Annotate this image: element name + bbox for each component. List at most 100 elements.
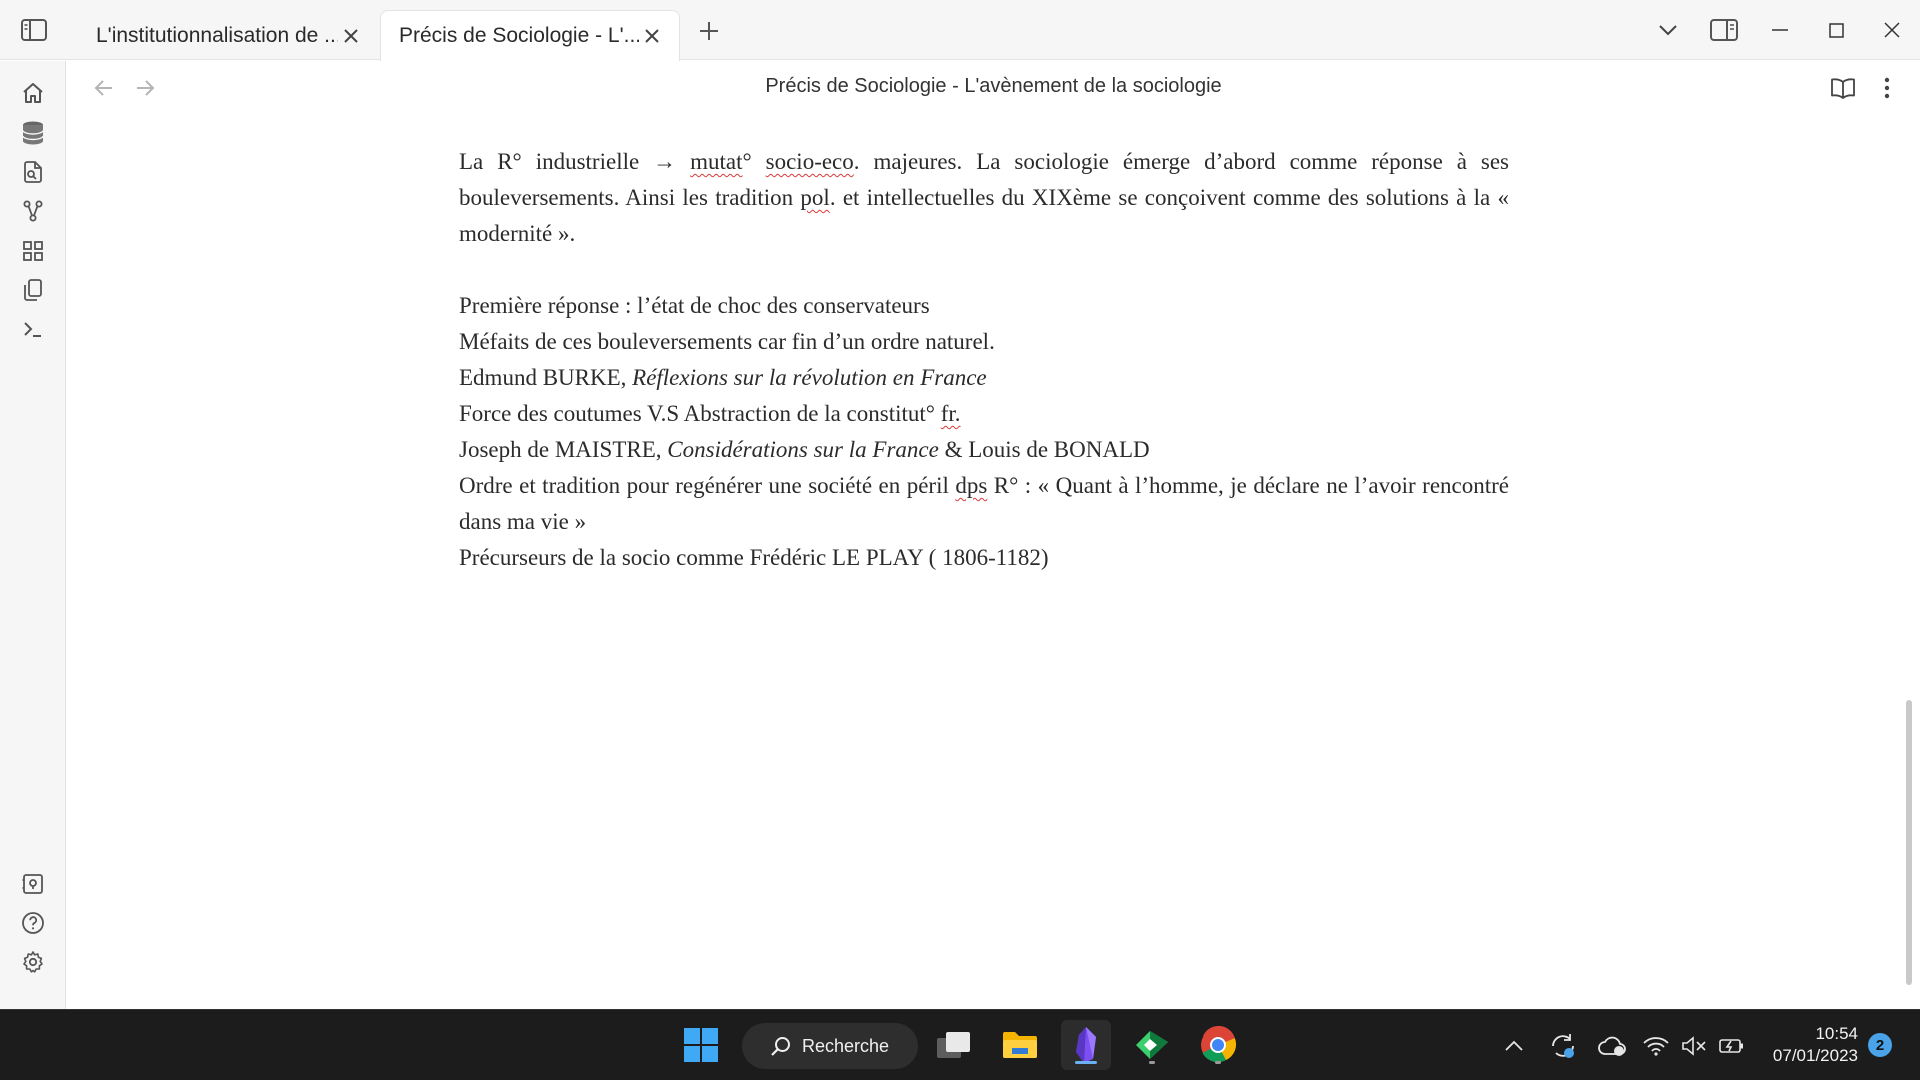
running-indicator [1075,1061,1097,1064]
note-title[interactable]: Précis de Sociologie - L'avènement de la… [67,75,1920,98]
new-tab-button[interactable] [692,14,726,48]
app-icon [1136,1031,1168,1059]
minimize-button[interactable] [1752,0,1808,60]
text-line: Précurseurs de la socio comme Frédéric L… [459,545,1049,570]
wifi-icon [1643,1036,1669,1056]
app-taskbar-button[interactable] [1127,1020,1177,1070]
task-view-button[interactable] [929,1020,979,1070]
clock[interactable]: 10:54 07/01/2023 [1758,1023,1858,1067]
database-button[interactable] [13,113,53,153]
text-line: Joseph de MAISTRE, Considérations sur la… [459,437,1150,462]
close-window-button[interactable] [1864,0,1920,60]
misspelled-word[interactable]: socio-eco [766,149,854,174]
book-open-icon [1831,78,1855,99]
misspelled-word[interactable]: mutat [690,149,742,174]
text-line: Première réponse : l’état de choc des co… [459,293,930,318]
misspelled-word[interactable]: pol [800,185,829,210]
taskbar-search[interactable]: Recherche [742,1023,918,1069]
sync-icon [1552,1033,1574,1058]
maximize-icon [1828,22,1844,38]
minimize-icon [1772,29,1788,31]
tab-bar: L'institutionnalisation de ... Précis de… [0,0,1920,61]
terminal-button[interactable] [13,309,53,349]
help-button[interactable] [13,903,53,943]
vault-icon [22,874,43,894]
file-search-button[interactable] [13,152,53,192]
clock-time: 10:54 [1815,1024,1858,1043]
sidebar-toggle-button[interactable] [14,14,54,46]
onedrive-tray-button[interactable] [1594,1010,1630,1080]
home-button[interactable] [13,73,53,113]
view-actions [1828,73,1902,103]
misspelled-word[interactable]: dps [955,473,987,498]
volume-muted-icon [1682,1035,1706,1056]
show-hidden-icons-button[interactable] [1496,1010,1532,1080]
tab-list-button[interactable] [1640,0,1696,60]
paragraph-intro: La R° industrielle → mutat° socio-eco. m… [459,149,1510,246]
start-button[interactable] [676,1020,726,1070]
file-explorer-button[interactable] [995,1020,1045,1070]
more-vertical-icon [1884,77,1890,99]
text-line: Ordre et tradition pour regénérer une so… [459,473,1509,534]
reading-view-button[interactable] [1828,73,1858,103]
obsidian-taskbar-button[interactable] [1061,1020,1111,1070]
task-view-icon [937,1032,970,1058]
wifi-tray-button[interactable] [1638,1010,1674,1080]
close-tab-button[interactable] [338,23,364,49]
sync-tray-icon-button[interactable] [1545,1010,1581,1080]
window-controls [1640,0,1920,60]
graph-icon [23,200,43,222]
tab-precis-sociologie[interactable]: Précis de Sociologie - L'... [380,10,680,61]
book-title: Réflexions sur la révolution en France [632,365,987,390]
tab-label: Précis de Sociologie - L'... [399,24,639,47]
notification-badge[interactable]: 2 [1868,1033,1892,1057]
graph-view-button[interactable] [13,191,53,231]
obsidian-icon [1076,1027,1096,1063]
tab-label: L'institutionnalisation de ... [96,23,338,47]
chevron-down-icon [1659,25,1677,36]
canvas-button[interactable] [13,231,53,271]
vault-switcher-button[interactable] [13,864,53,904]
chrome-taskbar-button[interactable] [1193,1020,1243,1070]
folder-icon [1003,1032,1037,1058]
scrollbar[interactable] [1906,700,1912,985]
taskbar: Recherche 10:54 07/01/2023 2 [0,1009,1920,1080]
plus-icon [700,22,718,40]
close-tab-button[interactable] [639,23,665,49]
battery-charging-icon [1719,1038,1743,1053]
pages-icon [24,279,42,301]
settings-icon [23,951,43,973]
help-icon [22,912,44,934]
grid-icon [23,241,43,261]
text-line: Méfaits de ces bouleversements car fin d… [459,329,995,354]
volume-tray-button[interactable] [1676,1010,1712,1080]
more-options-button[interactable] [1872,73,1902,103]
search-label: Recherche [802,1035,890,1056]
right-sidebar-toggle-button[interactable] [1696,0,1752,60]
note-content[interactable]: La R° industrielle → mutat° socio-eco. m… [459,144,1509,576]
search-icon [771,1037,790,1056]
chrome-icon [1201,1026,1237,1063]
pages-button[interactable] [13,270,53,310]
running-indicator [1149,1061,1155,1064]
close-icon [645,29,659,43]
tab-institutionnalisation[interactable]: L'institutionnalisation de ... [78,10,378,61]
text-line: Edmund BURKE, Réflexions sur la révoluti… [459,365,987,390]
book-title: Considérations sur la France [667,437,939,462]
close-icon [344,28,358,43]
misspelled-word[interactable]: fr. [941,401,961,426]
cloud-icon [1598,1036,1626,1056]
file-search-icon [24,161,42,183]
running-indicator [1215,1061,1221,1064]
sidebar-right-icon [1710,19,1738,41]
close-icon [1884,22,1900,38]
database-icon [22,121,44,145]
battery-tray-button[interactable] [1714,1010,1750,1080]
maximize-button[interactable] [1808,0,1864,60]
sidebar-toggle-icon [21,19,47,41]
settings-button[interactable] [13,942,53,982]
terminal-icon [24,322,41,337]
view-header: Précis de Sociologie - L'avènement de la… [67,61,1920,113]
home-icon [23,83,43,103]
